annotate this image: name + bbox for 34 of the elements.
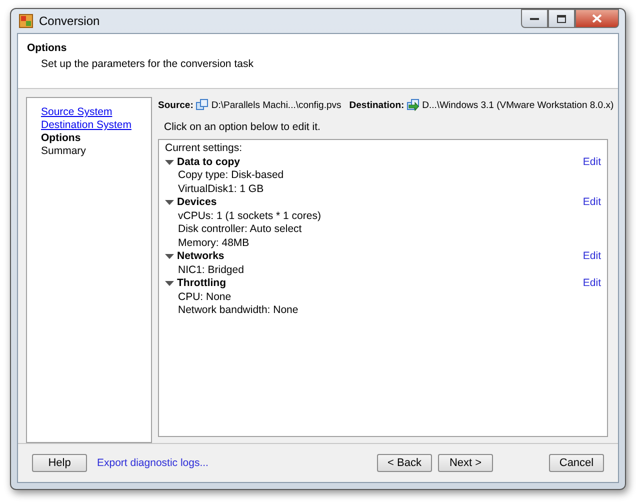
setting-text: Copy type: Disk-based — [178, 169, 284, 182]
setting-text: Disk controller: Auto select — [178, 223, 302, 236]
source-label: Source: — [158, 100, 194, 110]
setting-text: CPU: None — [178, 290, 232, 304]
edit-link[interactable]: Edit — [582, 156, 601, 169]
setting-text: Memory: 48MB — [178, 236, 250, 250]
setting-text: VirtualDisk1: 1 GB — [178, 182, 264, 196]
export-logs-link[interactable]: Export diagnostic logs... — [97, 457, 208, 469]
page-subtitle: Set up the parameters for the conversion task — [41, 58, 254, 70]
window-title: Conversion — [39, 14, 100, 28]
cancel-button[interactable]: Cancel — [549, 454, 604, 472]
group-title: Devices — [177, 196, 217, 210]
next-button[interactable]: Next > — [438, 454, 493, 472]
instruction-text: Click on an option below to edit it. — [164, 121, 320, 133]
settings-heading: Current settings: — [165, 142, 242, 156]
destination-path: D...\Windows 3.1 (VMware Workstation 8.0.x) — [422, 100, 614, 110]
source-path: D:\Parallels Machi...\config.pvs — [211, 100, 342, 110]
edit-link[interactable]: Edit — [582, 196, 601, 210]
setting-text: vCPUs: 1 (1 sockets * 1 cores) — [178, 210, 321, 223]
group-title: Throttling — [177, 277, 226, 290]
page-title: Options — [27, 42, 67, 54]
step-link[interactable]: Source System — [41, 106, 112, 118]
step-item: Summary — [41, 145, 86, 157]
group-title: Networks — [177, 250, 224, 264]
step-item: Options — [41, 132, 81, 144]
back-button[interactable]: < Back — [377, 454, 432, 472]
edit-link[interactable]: Edit — [582, 277, 601, 290]
group-title: Data to copy — [177, 156, 240, 169]
setting-text: Network bandwidth: None — [178, 304, 298, 318]
edit-link[interactable]: Edit — [582, 250, 601, 264]
step-link[interactable]: Destination System — [41, 119, 132, 131]
help-button[interactable]: Help — [32, 454, 87, 472]
setting-text: NIC1: Bridged — [178, 264, 244, 277]
destination-label: Destination: — [349, 100, 404, 110]
